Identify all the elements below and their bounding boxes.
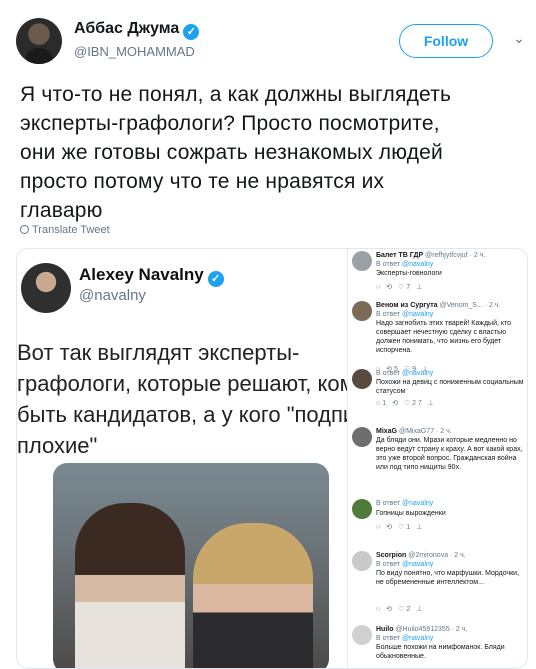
translate-label[interactable]: Translate Tweet xyxy=(32,224,110,236)
reply-name: МіхаG xyxy=(376,428,398,435)
reply-prefix: В ответ xyxy=(376,370,401,377)
reply-prefix: В ответ xyxy=(376,500,401,507)
reply-header: Балет ТВ ГДР @refhjytfcvjuf · 2 ч. xyxy=(376,251,485,260)
globe-icon xyxy=(20,225,29,234)
reply-to: В ответ @navalny xyxy=(376,499,433,508)
reply-header: Huilo @Huilo45912355 · 2 ч. xyxy=(376,625,467,634)
embedded-name-text: Alexey Navalny xyxy=(79,265,204,284)
embedded-video-photo xyxy=(53,463,329,668)
reply-actions: ○ ⟲ ♡1 ⊥ xyxy=(376,524,425,531)
reply-meta: @Huilo45912355 · 2 ч. xyxy=(395,626,468,633)
embedded-name: Alexey Navalny ✓ xyxy=(79,265,224,287)
reply-text: Гопницы вырожденки xyxy=(376,510,446,517)
reply-prefix: В ответ xyxy=(376,311,401,318)
reply-avatar xyxy=(352,551,372,571)
tweet-header: Аббас Джума ✓ @IBN_MOHAMMAD Follow ⌄ xyxy=(16,14,525,64)
embedded-text-line: плохие" xyxy=(17,433,98,458)
reply-text: Эксперты-говнологи xyxy=(376,270,442,277)
reply-avatar xyxy=(352,369,372,389)
reply-meta: @2mironova · 2 ч. xyxy=(408,552,466,559)
reply-meta: @Venom_S... · 2 ч. xyxy=(439,302,501,309)
tweet-media-image[interactable]: Alexey Navalny ✓ @navalny Вот так выглядя… xyxy=(16,248,528,669)
reply-to-handle: @navalny xyxy=(402,311,434,318)
author-name[interactable]: Аббас Джума ✓ xyxy=(74,20,200,40)
reply-header: Scorpion @2mironova · 2 ч. xyxy=(376,551,466,560)
chevron-down-icon[interactable]: ⌄ xyxy=(509,30,529,50)
reply-to: В ответ @navalny xyxy=(376,369,433,378)
reply-to: В ответ @navalny xyxy=(376,560,433,569)
tweet-text-line: эксперты-графологи? Просто посмотрите, xyxy=(20,112,440,135)
translate-link[interactable]: Translate Tweet xyxy=(20,224,110,236)
reply-name: Балет ТВ ГДР xyxy=(376,252,424,259)
reply-text: Да бляди они. Мрази которые медленно но … xyxy=(376,437,523,471)
reply-actions: ○ ⟲ ♡2 ⊥ xyxy=(376,606,425,613)
author-name-text[interactable]: Аббас Джума xyxy=(74,20,179,37)
follow-button[interactable]: Follow xyxy=(399,24,493,58)
tweet-text-line: Я что-то не понял, а как должны выглядет… xyxy=(20,83,452,106)
embedded-tweet-screenshot: Alexey Navalny ✓ @navalny Вот так выглядя… xyxy=(17,249,347,668)
embedded-text-line: Вот так выглядят эксперты- xyxy=(17,340,300,365)
reply-header: Веном из Сургута @Venom_S... · 2 ч. xyxy=(376,301,500,310)
avatar[interactable] xyxy=(16,18,62,64)
tweet-text: Я что-то не понял, а как должны выглядет… xyxy=(20,80,520,225)
embedded-text-line: быть кандидатов, а у кого "подпис xyxy=(17,402,347,427)
reply-actions: ○ ⟲ ♡7 ⊥ xyxy=(376,284,425,291)
reply-header: МіхаG @MixaG77 · 2 ч. xyxy=(376,427,452,436)
reply-meta: @refhjytfcvjuf · 2 ч. xyxy=(425,252,486,259)
reply-prefix: В ответ xyxy=(376,561,401,568)
reply-text: Похожи на девиц с пониженным социальным … xyxy=(376,379,524,395)
reply-actions: ○1 ⟲ ♡27 ⊥ xyxy=(376,400,436,407)
reply-to-handle: @navalny xyxy=(402,635,434,642)
person-figure xyxy=(193,523,313,668)
tweet-text-line: просто потому что те не нравятся их xyxy=(20,170,385,193)
reply-to: В ответ @navalny xyxy=(376,310,433,319)
reply-avatar xyxy=(352,427,372,447)
author-handle[interactable]: @IBN_MOHAMMAD xyxy=(74,44,195,59)
reply-to: В ответ @navalny xyxy=(376,260,433,269)
reply-to-handle: @navalny xyxy=(402,500,434,507)
verified-icon: ✓ xyxy=(183,24,200,40)
reply-avatar xyxy=(352,625,372,645)
reply-to-handle: @navalny xyxy=(402,561,434,568)
reply-avatar xyxy=(352,251,372,271)
reply-prefix: В ответ xyxy=(376,261,401,268)
reply-name: Huilo xyxy=(376,626,394,633)
reply-name: Scorpion xyxy=(376,552,407,559)
replies-screenshot: Балет ТВ ГДР @refhjytfcvjuf · 2 ч. В отв… xyxy=(347,249,527,668)
reply-avatar xyxy=(352,301,372,321)
reply-text: Больше похожи на нимфоманок. Бляди обыкн… xyxy=(376,644,505,660)
embedded-text-line: графологи, которые решают, кому xyxy=(17,371,347,396)
reply-text: Надо загнобить этих тварей! Каждый, кто … xyxy=(376,320,512,354)
reply-text: По виду понятно, что марфушки. Мордочки,… xyxy=(376,570,520,586)
embedded-handle: @navalny xyxy=(79,287,146,304)
tweet-text-line: они же готовы сожрать незнакомых людей xyxy=(20,141,443,164)
reply-name: Веном из Сургута xyxy=(376,302,438,309)
reply-to-handle: @navalny xyxy=(402,370,434,377)
reply-avatar xyxy=(352,499,372,519)
reply-to: В ответ @navalny xyxy=(376,634,433,643)
reply-prefix: В ответ xyxy=(376,635,401,642)
embedded-text: Вот так выглядят эксперты- графологи, ко… xyxy=(17,337,347,461)
person-figure xyxy=(75,503,185,668)
reply-meta: @MixaG77 · 2 ч. xyxy=(398,428,452,435)
reply-to-handle: @navalny xyxy=(402,261,434,268)
verified-icon: ✓ xyxy=(207,271,224,287)
embedded-avatar xyxy=(21,263,71,313)
tweet-text-line: главарю xyxy=(20,199,103,222)
